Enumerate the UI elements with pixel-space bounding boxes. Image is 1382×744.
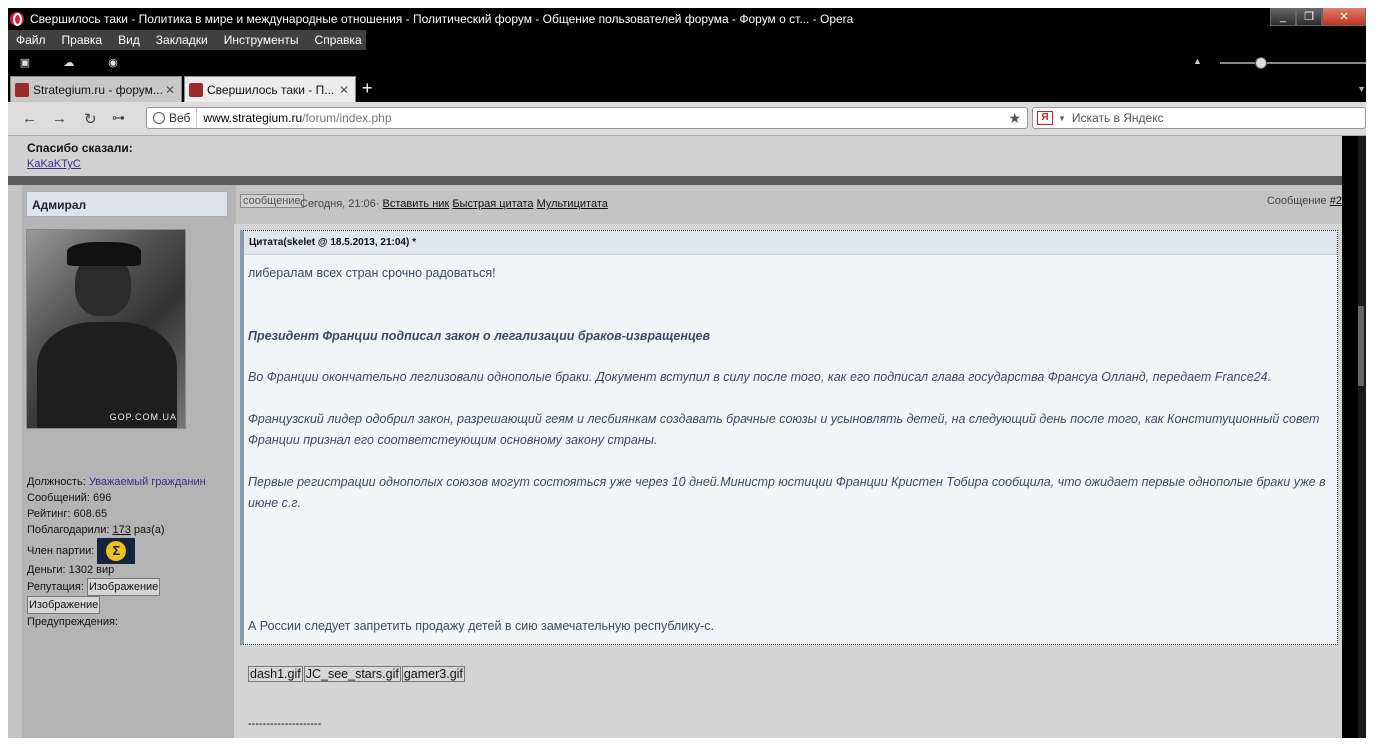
- cloud-icon[interactable]: ☁: [62, 57, 76, 69]
- forward-arrow-icon[interactable]: →: [52, 110, 67, 127]
- reputation-image-2: Изображение: [27, 596, 101, 614]
- attachment-image: gamer3.gif: [401, 666, 465, 682]
- site-favicon-icon: [189, 82, 203, 97]
- user-stats: Должность: Уважаемый гражданин Сообщений…: [27, 476, 206, 628]
- message-number: Сообщение #2: [1266, 195, 1342, 207]
- menu-help[interactable]: Справка: [307, 33, 370, 47]
- quick-quote-link[interactable]: Быстрая цитата: [452, 198, 533, 210]
- message-button[interactable]: сообщение: [240, 194, 304, 208]
- thanked-count-link[interactable]: 173: [113, 524, 131, 536]
- window-controls: _ ❐ ✕: [1270, 8, 1366, 26]
- quote-source-link[interactable]: *: [412, 237, 416, 248]
- url-text[interactable]: www.strategium.ru/forum/index.php: [197, 111, 391, 125]
- tab-close-icon[interactable]: ✕: [339, 83, 349, 97]
- user-messages: Сообщений: 696: [27, 492, 112, 504]
- attachment-image: JC_see_stars.gif: [303, 666, 401, 682]
- forum-page: Спасибо сказали: KaKaKTyC Адмирал GOP.CO…: [8, 136, 1342, 738]
- post-body: Цитата(skelet @ 18.5.2013, 21:04) * либе…: [234, 224, 1342, 738]
- message-header: сообщение Сегодня, 21:06· Вставить ник Б…: [238, 189, 1342, 217]
- close-button[interactable]: ✕: [1322, 8, 1366, 26]
- menu-tools[interactable]: Инструменты: [216, 33, 307, 47]
- zoom-slider[interactable]: [1220, 62, 1366, 64]
- user-profile-column: Адмирал GOP.COM.UA Должность: Уважаемый …: [22, 185, 236, 738]
- reload-icon[interactable]: ↻: [84, 110, 97, 128]
- user-warnings: Предупреждения:: [27, 616, 119, 628]
- message-time: Сегодня, 21:06: [300, 198, 376, 210]
- quote-paragraph: Во Франции окончательно леглизовали одно…: [248, 370, 1272, 384]
- quote-text: либералам всех стран срочно радоваться! …: [244, 255, 1337, 514]
- back-arrow-icon[interactable]: ←: [22, 110, 37, 127]
- user-money: Деньги: 1302 вир: [27, 564, 115, 576]
- party-badge-icon: Σ: [97, 538, 136, 564]
- url-path: /forum/index.php: [302, 111, 392, 125]
- thanks-label: Спасибо сказали:: [27, 141, 133, 155]
- thanks-user-link[interactable]: KaKaKTyC: [27, 158, 1342, 170]
- tab-menu-arrow-icon[interactable]: ▼: [1357, 84, 1366, 94]
- minimize-button[interactable]: _: [1270, 8, 1296, 26]
- thanks-block: Спасибо сказали: KaKaKTyC: [8, 136, 1342, 176]
- message-number-link[interactable]: #2: [1330, 195, 1342, 207]
- new-tab-button[interactable]: +: [362, 78, 373, 99]
- post-divider: [8, 176, 1342, 185]
- url-host: www.strategium.ru: [203, 111, 303, 125]
- title-bar: Свершилось таки - Политика в мире и межд…: [8, 8, 1366, 30]
- window-title: Свершилось таки - Политика в мире и межд…: [30, 12, 854, 26]
- tab-current-topic[interactable]: Свершилось таки - П... ✕: [184, 76, 356, 102]
- page-scrollbar[interactable]: [1358, 136, 1366, 738]
- signature-separator: --------------------: [248, 718, 322, 730]
- page-viewport: Спасибо сказали: KaKaKTyC Адмирал GOP.CO…: [8, 136, 1366, 738]
- browser-window: Свершилось таки - Политика в мире и межд…: [8, 8, 1366, 738]
- search-field[interactable]: Я ▼ Искать в Яндекс: [1032, 107, 1366, 129]
- quote-headline: Президент Франции подписал закон о легал…: [248, 329, 711, 343]
- quote-paragraph: Французский лидер одобрил закон, разреша…: [248, 412, 1320, 447]
- panel-toggle-icon[interactable]: ▣: [18, 57, 32, 69]
- user-avatar: GOP.COM.UA: [26, 229, 186, 429]
- menu-edit[interactable]: Правка: [54, 33, 111, 47]
- key-icon[interactable]: ⊶: [112, 110, 125, 126]
- reputation-image: Изображение: [86, 578, 161, 596]
- web-badge[interactable]: Веб: [147, 108, 198, 128]
- quote-line: либералам всех стран срочно радоваться!: [248, 266, 496, 280]
- globe-icon: [153, 112, 165, 124]
- quote-block: Цитата(skelet @ 18.5.2013, 21:04) * либе…: [240, 230, 1338, 645]
- insert-nick-link[interactable]: Вставить ник: [383, 198, 450, 210]
- tab-label: Свершилось таки - П...: [207, 82, 335, 97]
- avatar-watermark: GOP.COM.UA: [109, 412, 177, 422]
- quote-header: Цитата(skelet @ 18.5.2013, 21:04) *: [244, 231, 1337, 255]
- user-position: Уважаемый гражданин: [88, 476, 206, 488]
- maximize-button[interactable]: ❐: [1296, 8, 1322, 26]
- post-closing-line: А России следует запретить продажу детей…: [248, 619, 714, 633]
- site-favicon-icon: [15, 82, 29, 97]
- search-engine-dropdown-icon[interactable]: ▼: [1058, 114, 1066, 123]
- tab-close-icon[interactable]: ✕: [165, 83, 175, 97]
- scrollbar-thumb[interactable]: [1358, 306, 1364, 386]
- web-badge-label: Веб: [169, 111, 191, 125]
- menu-bookmarks[interactable]: Закладки: [148, 33, 216, 47]
- search-placeholder[interactable]: Искать в Яндекс: [1072, 111, 1164, 125]
- menu-bar: Файл Правка Вид Закладки Инструменты Спр…: [8, 30, 366, 50]
- yandex-icon: Я: [1037, 111, 1053, 125]
- tab-bar: Strategium.ru - форум... ✕ Свершилось та…: [8, 74, 1366, 102]
- url-field[interactable]: Веб www.strategium.ru/forum/index.php ★: [146, 107, 1028, 129]
- message-meta: Сегодня, 21:06· Вставить ник Быстрая цит…: [300, 198, 608, 210]
- menu-view[interactable]: Вид: [110, 33, 148, 47]
- menu-file[interactable]: Файл: [8, 33, 54, 47]
- username[interactable]: Адмирал: [26, 191, 228, 217]
- speed-dial-icon[interactable]: ◉: [106, 57, 120, 69]
- panel-bar: ▣ ☁ ◉ ▲: [8, 52, 1366, 74]
- zoom-arrow-icon[interactable]: ▲: [1193, 56, 1202, 66]
- attachment-images: dash1.gif JC_see_stars.gif gamer3.gif: [248, 666, 466, 682]
- zoom-slider-knob[interactable]: [1255, 57, 1267, 69]
- quote-paragraph: Первые регистрации однополых союзов могу…: [248, 475, 1326, 510]
- multi-quote-link[interactable]: Мультицитата: [537, 198, 608, 210]
- address-bar: ← → ↻ ⊶ Веб www.strategium.ru/forum/inde…: [8, 102, 1366, 136]
- tab-strategium[interactable]: Strategium.ru - форум... ✕: [10, 76, 182, 102]
- bookmark-star-icon[interactable]: ★: [1008, 110, 1021, 127]
- tab-label: Strategium.ru - форум...: [33, 82, 163, 97]
- opera-logo-icon[interactable]: [10, 12, 24, 26]
- user-rating: Рейтинг: 608.65: [27, 508, 108, 520]
- attachment-image: dash1.gif: [248, 666, 303, 682]
